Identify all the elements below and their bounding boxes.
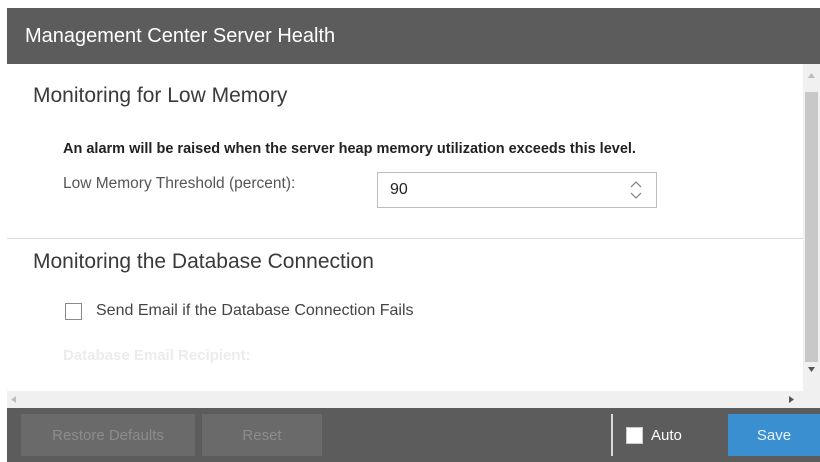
recipient-label: Database Email Recipient: bbox=[63, 347, 251, 364]
bottom-toolbar: Restore Defaults Reset Auto Save bbox=[7, 408, 820, 462]
auto-option[interactable]: Auto bbox=[626, 427, 682, 444]
reset-button[interactable]: Reset bbox=[202, 414, 322, 456]
vertical-scrollbar[interactable] bbox=[803, 64, 820, 391]
vertical-scroll-thumb[interactable] bbox=[805, 92, 818, 362]
window-title-bar: Management Center Server Health bbox=[7, 8, 820, 64]
scroll-down-arrow-icon[interactable] bbox=[808, 367, 815, 372]
send-email-label[interactable]: Send Email if the Database Connection Fa… bbox=[96, 302, 414, 320]
restore-defaults-button[interactable]: Restore Defaults bbox=[21, 414, 195, 456]
save-button[interactable]: Save bbox=[728, 414, 820, 456]
settings-content: Monitoring for Low Memory An alarm will … bbox=[7, 64, 803, 391]
auto-checkbox[interactable] bbox=[626, 427, 643, 444]
server-health-window: Management Center Server Health Monitori… bbox=[0, 0, 820, 462]
chevron-up-icon[interactable] bbox=[630, 180, 642, 188]
alarm-note: An alarm will be raised when the server … bbox=[63, 141, 636, 157]
memory-section-title: Monitoring for Low Memory bbox=[33, 84, 288, 107]
section-divider bbox=[7, 238, 803, 239]
threshold-label: Low Memory Threshold (percent): bbox=[63, 175, 296, 192]
threshold-spinner[interactable]: 90 bbox=[377, 172, 657, 208]
scroll-right-arrow-icon[interactable] bbox=[789, 396, 794, 403]
auto-label[interactable]: Auto bbox=[651, 427, 682, 444]
horizontal-scrollbar[interactable] bbox=[7, 391, 820, 408]
window-title: Management Center Server Health bbox=[25, 24, 336, 47]
threshold-value[interactable]: 90 bbox=[390, 181, 408, 199]
spinner-arrows[interactable] bbox=[630, 180, 642, 200]
chevron-down-icon[interactable] bbox=[630, 192, 642, 200]
send-email-option[interactable]: Send Email if the Database Connection Fa… bbox=[65, 302, 414, 320]
scroll-up-arrow-icon[interactable] bbox=[808, 73, 815, 78]
scroll-left-arrow-icon[interactable] bbox=[11, 396, 16, 403]
database-section-title: Monitoring the Database Connection bbox=[33, 250, 374, 273]
toolbar-separator bbox=[611, 414, 613, 456]
send-email-checkbox[interactable] bbox=[65, 302, 82, 320]
settings-scroll-panel: Monitoring for Low Memory An alarm will … bbox=[7, 64, 820, 408]
